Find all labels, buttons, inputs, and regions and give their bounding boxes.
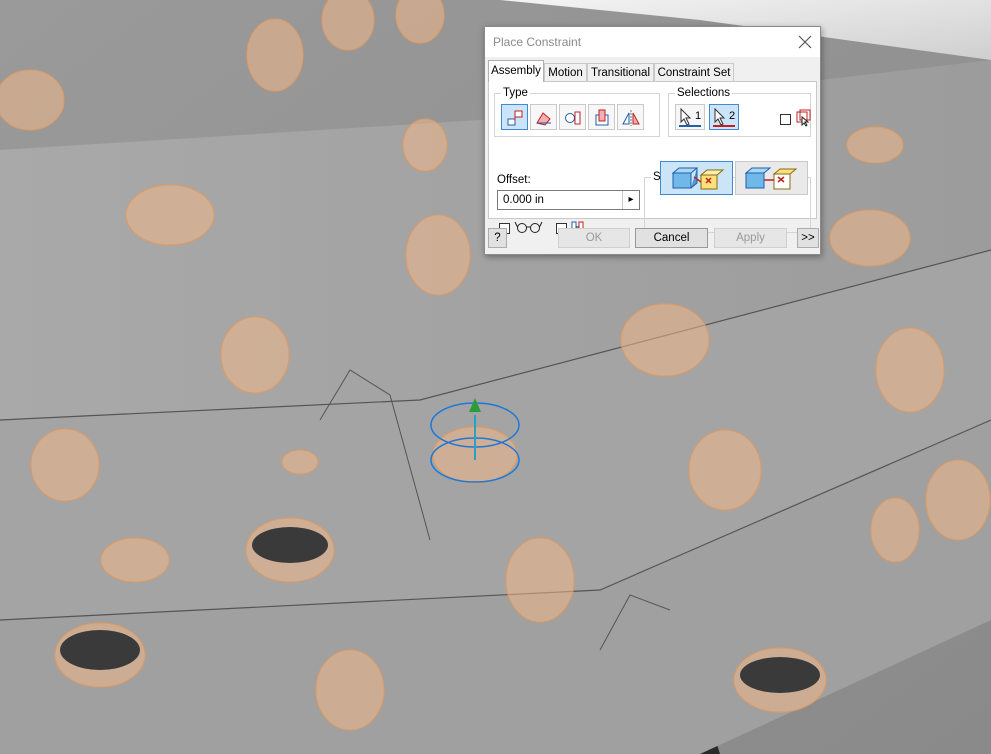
chevron-right-icon: ▸ — [628, 194, 634, 205]
type-group: Type — [494, 86, 660, 137]
select-1-label: 1 — [695, 110, 702, 122]
cancel-button[interactable]: Cancel — [635, 228, 708, 248]
tab-assembly[interactable]: Assembly — [488, 60, 544, 82]
selections-group: Selections 1 2 — [668, 86, 811, 137]
offset-value: 0.000 in — [503, 194, 544, 206]
cursor-icon — [680, 107, 692, 126]
symmetry-icon — [622, 110, 640, 126]
type-group-label: Type — [501, 86, 530, 100]
help-icon: ? — [494, 232, 501, 244]
titlebar[interactable]: Place Constraint — [485, 27, 820, 57]
tab-motion[interactable]: Motion — [544, 63, 587, 81]
first-occurrence-icon — [796, 109, 811, 127]
select-1-underline — [679, 125, 701, 127]
flush-solution-icon — [744, 167, 798, 190]
select-2-button[interactable]: 2 — [709, 104, 739, 130]
select-1-button[interactable]: 1 — [675, 104, 705, 130]
tab-transitional[interactable]: Transitional — [587, 63, 654, 81]
close-icon — [798, 35, 812, 49]
mate-icon — [507, 110, 523, 126]
mate-solution-icon — [671, 167, 725, 190]
cursor-icon — [714, 107, 726, 126]
select-2-label: 2 — [729, 110, 736, 122]
offset-dropdown-button[interactable]: ▸ — [622, 191, 639, 209]
help-button[interactable]: ? — [488, 228, 507, 248]
close-button[interactable] — [794, 31, 816, 53]
symmetry-button[interactable] — [617, 104, 644, 130]
tangent-button[interactable] — [559, 104, 586, 130]
angle-button[interactable] — [530, 104, 557, 130]
glasses-icon — [514, 221, 543, 233]
selections-group-label: Selections — [675, 86, 733, 100]
apply-button[interactable]: Apply — [714, 228, 787, 248]
assembly-tab-panel: Type Selections 1 2 Offset: 0.000 in ▸ — [488, 81, 817, 234]
angle-icon — [536, 112, 551, 126]
select-2-underline — [713, 125, 735, 127]
place-constraint-dialog: Place Constraint Assembly Motion Transit… — [484, 26, 821, 255]
mate-solution-button[interactable] — [660, 161, 733, 195]
expand-button[interactable]: >> — [797, 228, 819, 248]
first-occurrence-checkbox[interactable] — [780, 114, 791, 125]
insert-icon — [595, 109, 609, 126]
tab-constraint-set[interactable]: Constraint Set — [654, 63, 734, 81]
tangent-icon — [565, 111, 581, 125]
mate-button[interactable] — [501, 104, 528, 130]
ok-button[interactable]: OK — [558, 228, 630, 248]
offset-field[interactable]: 0.000 in ▸ — [497, 190, 640, 210]
flush-solution-button[interactable] — [735, 161, 808, 195]
dialog-title: Place Constraint — [493, 35, 582, 49]
offset-label: Offset: — [497, 174, 531, 186]
insert-button[interactable] — [588, 104, 615, 130]
